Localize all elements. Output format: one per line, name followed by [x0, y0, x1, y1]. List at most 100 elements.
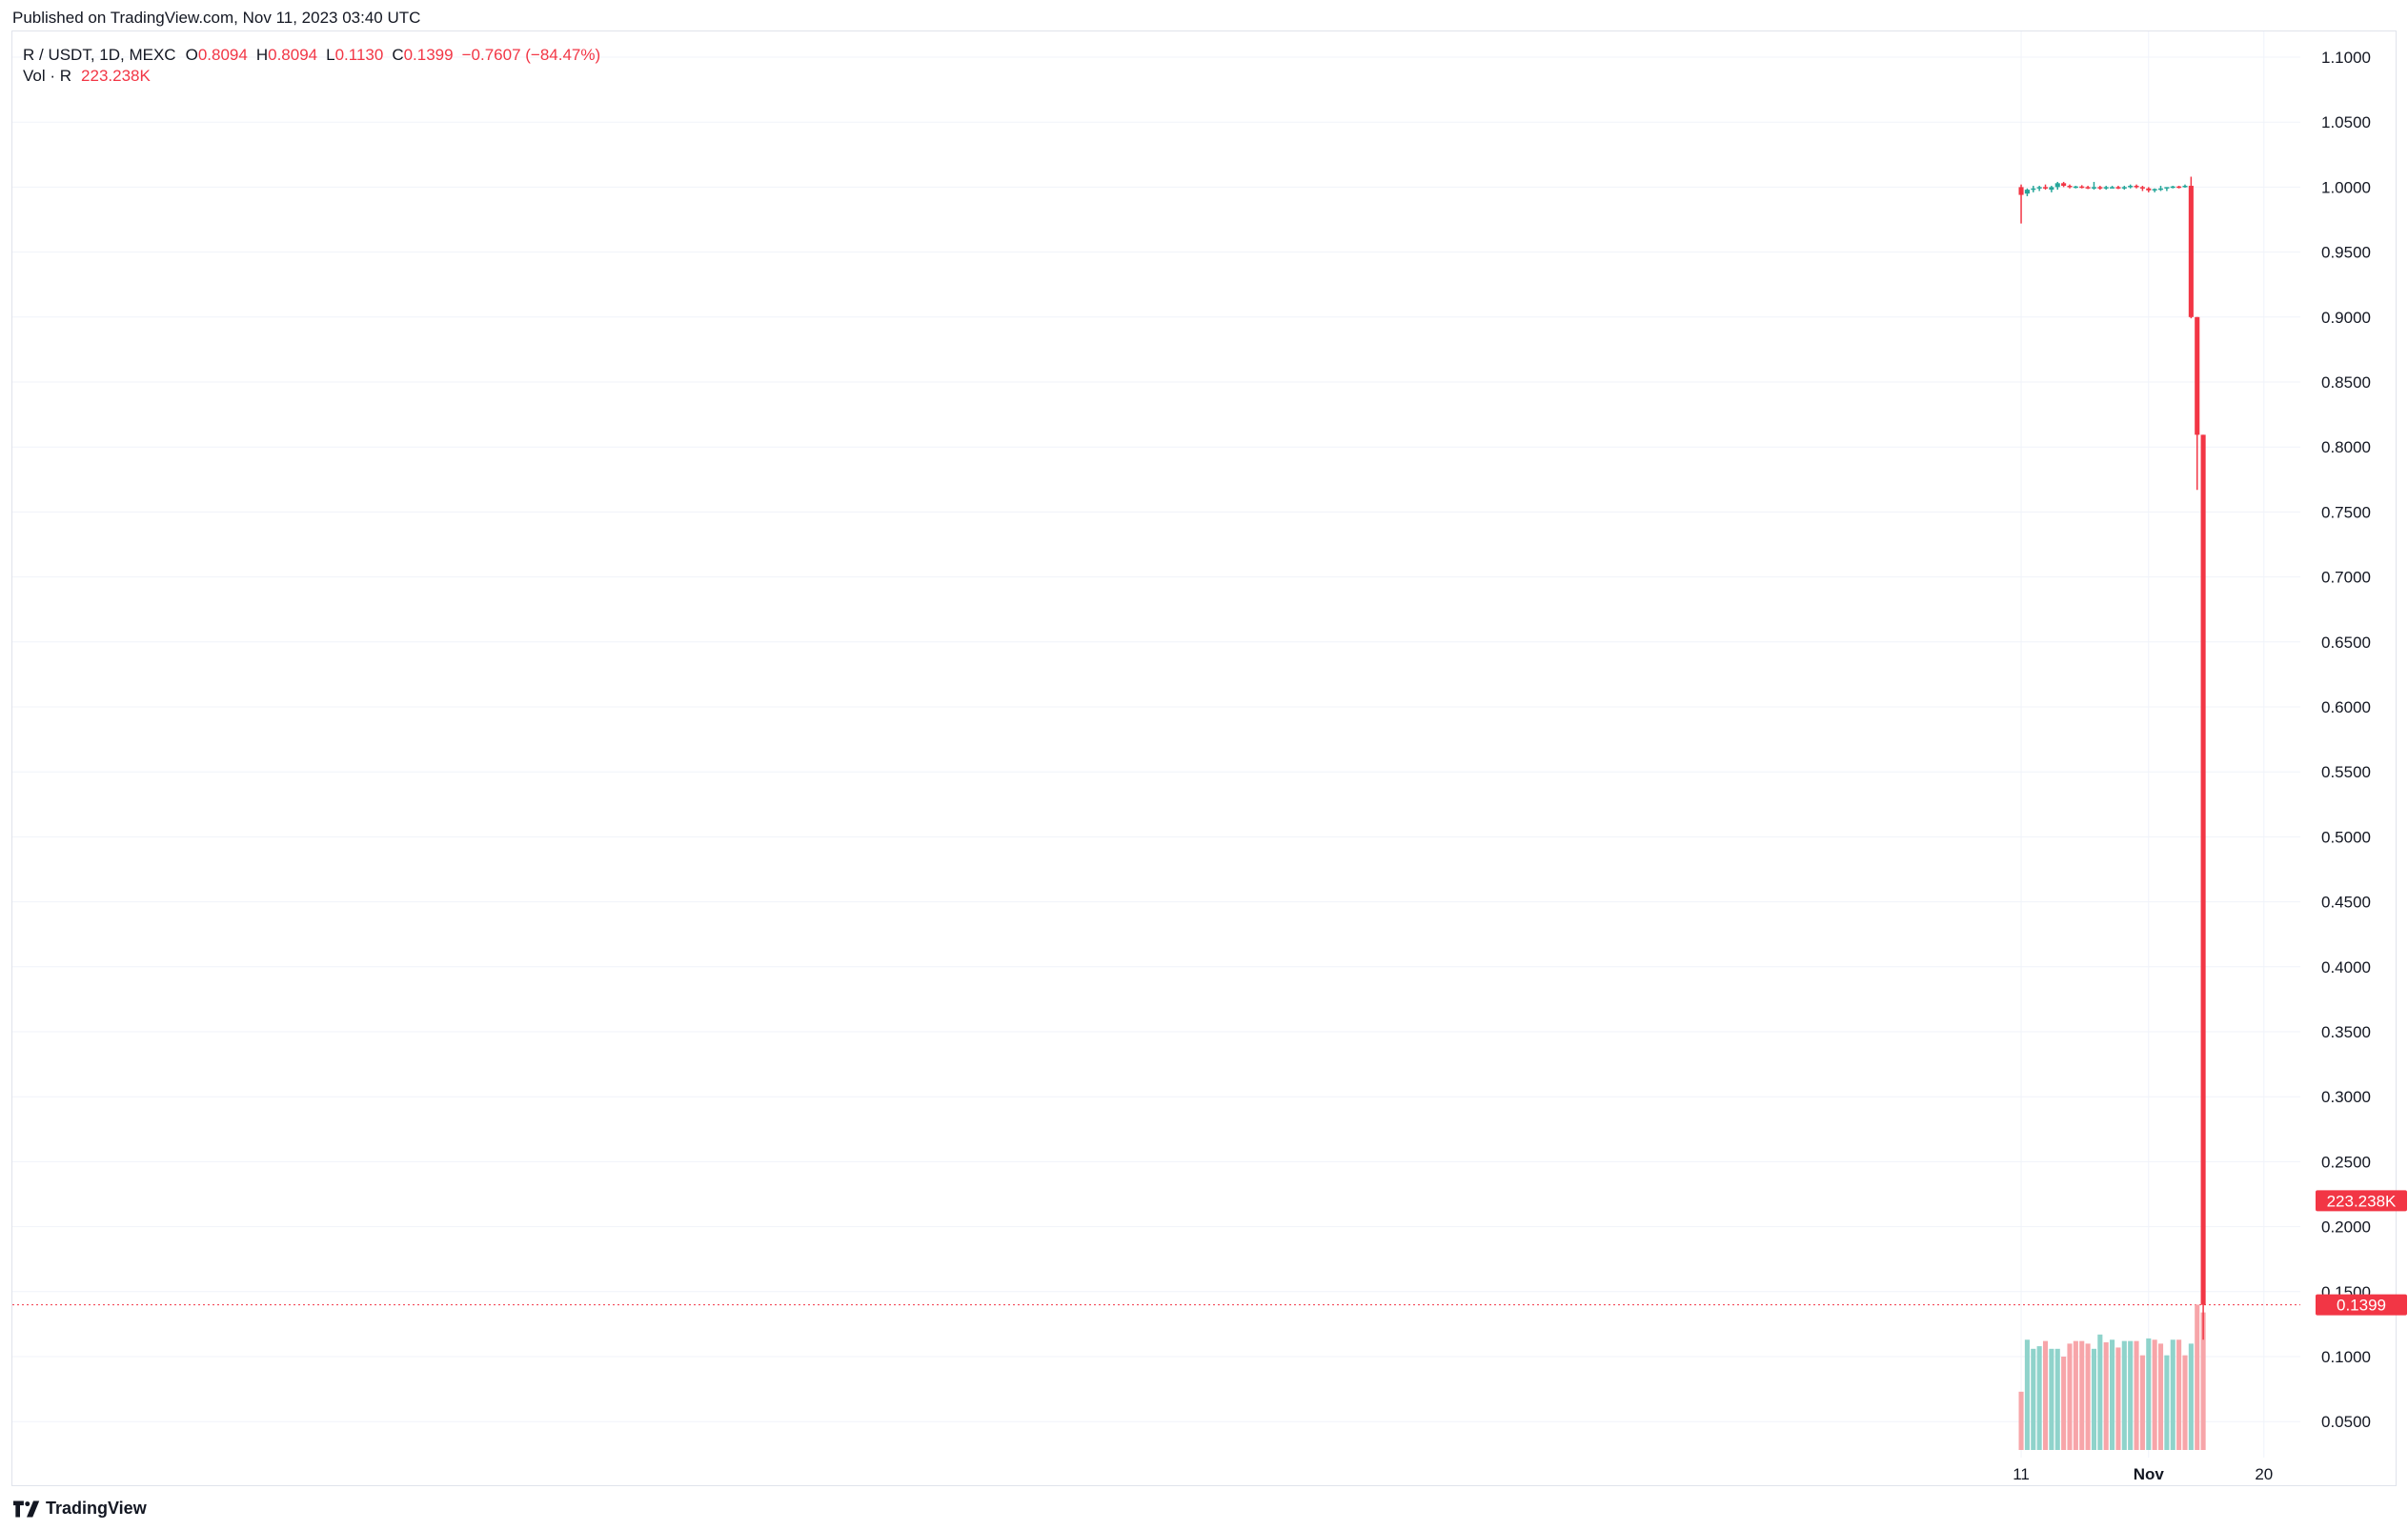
footer-branding[interactable]: TradingView: [13, 1499, 147, 1519]
x-tick-label: Nov: [2134, 1465, 2165, 1483]
y-tick-label: 0.9500: [2321, 244, 2371, 262]
legend-row-ohlc: R / USDT, 1D, MEXC O0.8094 H0.8094 L0.1130 C…: [23, 45, 609, 66]
volume-value: 223.238K: [81, 67, 151, 85]
candle-body: [2121, 187, 2127, 189]
volume-bar: [2042, 1340, 2049, 1450]
change-value: −0.7607 (−84.47%): [461, 46, 601, 64]
high-label: H: [255, 46, 269, 64]
candles: [2018, 176, 2206, 1340]
close-value: 0.1399: [403, 46, 454, 64]
candle-body: [2110, 187, 2115, 189]
candle-body: [2195, 316, 2200, 435]
y-tick-label: 0.9000: [2321, 309, 2371, 327]
candle-body: [2164, 187, 2170, 189]
y-tick-label: 0.1000: [2321, 1348, 2371, 1366]
volume-bar: [2134, 1340, 2139, 1450]
legend-row-volume: Vol · R 223.238K: [23, 66, 609, 87]
candle-body: [2176, 186, 2182, 189]
tradingview-logo-icon: [13, 1500, 40, 1518]
y-tick-label: 0.8000: [2321, 438, 2371, 456]
candle-body: [2091, 187, 2097, 189]
y-tick-label: 0.4500: [2321, 894, 2371, 912]
y-tick-label: 0.2500: [2321, 1153, 2371, 1171]
y-tick-label: 0.3000: [2321, 1088, 2371, 1106]
candle-body: [2182, 186, 2188, 188]
time-axis: 11 Nov 20: [2013, 1465, 2273, 1483]
volume-bar: [2024, 1339, 2030, 1450]
y-tick-label: 1.0000: [2321, 178, 2371, 196]
volume-bar: [2139, 1355, 2145, 1450]
low-label: L: [326, 46, 335, 64]
candle-body: [2200, 434, 2206, 1305]
volume-bar: [2079, 1340, 2085, 1450]
candle-body: [2139, 187, 2145, 189]
candle-body: [2049, 187, 2054, 191]
volume-bar: [2061, 1357, 2067, 1450]
y-tick-label: 0.6000: [2321, 698, 2371, 716]
y-tick-label: 0.2000: [2321, 1218, 2371, 1237]
volume-bar: [2085, 1343, 2091, 1450]
y-tick-label: 0.0500: [2321, 1413, 2371, 1431]
low-value: 0.1130: [334, 46, 384, 64]
volume-bar: [2146, 1338, 2152, 1450]
volume-bar: [2054, 1348, 2060, 1450]
y-tick-label: 0.7500: [2321, 503, 2371, 521]
y-tick-label: 0.7000: [2321, 569, 2371, 587]
y-tick-label: 0.6500: [2321, 634, 2371, 652]
price-labels: 223.238K 0.1399: [2316, 1190, 2407, 1316]
volume-bar: [2164, 1355, 2170, 1450]
last-price-label-text: 0.1399: [2337, 1297, 2386, 1315]
volume-bar: [2049, 1348, 2054, 1450]
volume-bar: [2195, 1304, 2200, 1450]
candle-body: [2115, 187, 2121, 189]
candle-body: [2036, 187, 2042, 189]
candle-body: [2067, 186, 2073, 188]
volume-bar: [2188, 1343, 2194, 1450]
volume-bar: [2073, 1340, 2078, 1450]
footer-brand-name: TradingView: [46, 1499, 147, 1518]
volume-bar: [2103, 1341, 2109, 1450]
volume-bar: [2097, 1334, 2103, 1450]
volume-bar: [2067, 1343, 2073, 1450]
open-value: 0.8094: [197, 46, 248, 64]
volume-bar: [2091, 1348, 2097, 1450]
candle-body: [2188, 186, 2194, 317]
volume-bar: [2110, 1339, 2115, 1450]
candle-body: [2128, 186, 2134, 188]
candle-body: [2018, 187, 2024, 195]
volume-label[interactable]: Vol · R: [23, 67, 71, 85]
y-tick-label: 0.4000: [2321, 958, 2371, 976]
volume-bar: [2157, 1343, 2164, 1450]
volume-bar: [2182, 1355, 2188, 1450]
candle-body: [2134, 186, 2139, 188]
x-tick-label: 20: [2255, 1465, 2273, 1483]
volume-bar: [2036, 1346, 2042, 1450]
volume-bars: [2018, 1304, 2206, 1450]
candle-body: [2157, 188, 2164, 191]
candle-body: [2146, 188, 2152, 191]
candle-body: [2170, 186, 2175, 189]
candle-body: [2061, 183, 2067, 187]
volume-bar: [2152, 1339, 2157, 1450]
y-tick-label: 0.5500: [2321, 763, 2371, 781]
candle-body: [2054, 183, 2060, 188]
chart-legend: R / USDT, 1D, MEXC O0.8094 H0.8094 L0.1130 C…: [23, 45, 609, 87]
volume-bar: [2115, 1347, 2121, 1450]
symbol-info[interactable]: R / USDT, 1D, MEXC: [23, 46, 176, 64]
candle-body: [2042, 187, 2049, 189]
candle-body: [2103, 187, 2109, 189]
y-tick-label: 0.8500: [2321, 373, 2371, 392]
price-chart[interactable]: 1.1000 1.0500 1.0000 0.9500 0.9000 0.8500 0.80…: [0, 0, 2408, 1530]
candle-body: [2024, 190, 2030, 194]
candle-body: [2152, 189, 2157, 191]
y-tick-label: 0.3500: [2321, 1023, 2371, 1041]
y-tick-label: 1.1000: [2321, 49, 2371, 67]
volume-bar: [2128, 1340, 2134, 1450]
y-tick-label: 0.5000: [2321, 828, 2371, 846]
candle-body: [2085, 187, 2091, 189]
high-value: 0.8094: [268, 46, 318, 64]
x-tick-label: 11: [2013, 1465, 2030, 1483]
volume-bar: [2121, 1340, 2127, 1450]
volume-price-label-text: 223.238K: [2327, 1192, 2397, 1210]
volume-bar: [2176, 1339, 2182, 1450]
